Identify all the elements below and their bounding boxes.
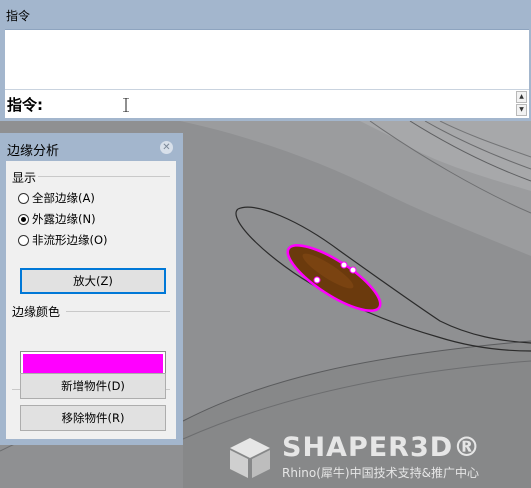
radio-all-edges[interactable] [18,192,29,204]
dialog-title: 边缘分析 [7,144,60,159]
command-input[interactable]: 指令: ▲ ▼ [5,89,529,118]
radio-naked-edges[interactable] [18,213,29,225]
divider [66,311,170,312]
close-icon[interactable]: ✕ [160,141,173,154]
command-panel-title: 指令 [6,9,31,23]
divider [38,176,170,177]
option-non-manifold-edges[interactable]: 非流形边缘(O) [18,232,108,248]
shaper3d-logo-icon [230,438,270,478]
radio-non-manifold-edges[interactable] [18,234,29,246]
option-label: 非流形边缘(O) [32,233,108,247]
command-history[interactable] [5,29,529,89]
scroll-down-icon[interactable]: ▼ [516,104,527,116]
text-cursor-icon [123,98,129,112]
option-label: 外露边缘(N) [32,212,96,226]
watermark-subtitle: Rhino(犀牛)中国技术支持&推广中心 [282,466,479,480]
option-naked-edges[interactable]: 外露边缘(N) [18,211,96,227]
add-object-button[interactable]: 新增物件(D) [20,373,166,399]
display-group-label: 显示 [12,171,37,185]
zoom-button[interactable]: 放大(Z) [20,268,166,294]
edge-color-label: 边缘颜色 [12,305,61,319]
option-all-edges[interactable]: 全部边缘(A) [18,190,95,206]
option-label: 全部边缘(A) [32,191,95,205]
command-prompt: 指令: [7,96,43,114]
remove-object-button[interactable]: 移除物件(R) [20,405,166,431]
scroll-up-icon[interactable]: ▲ [516,91,527,103]
command-panel: 指令 指令: ▲ ▼ [0,0,531,121]
watermark: SHAPER3D® Rhino(犀牛)中国技术支持&推广中心 [226,432,526,482]
watermark-brand: SHAPER3D® [282,432,482,463]
edge-analysis-dialog: 边缘分析 ✕ 显示 全部边缘(A) 外露边缘(N) 非流形边缘(O) 放大(Z)… [0,133,183,445]
